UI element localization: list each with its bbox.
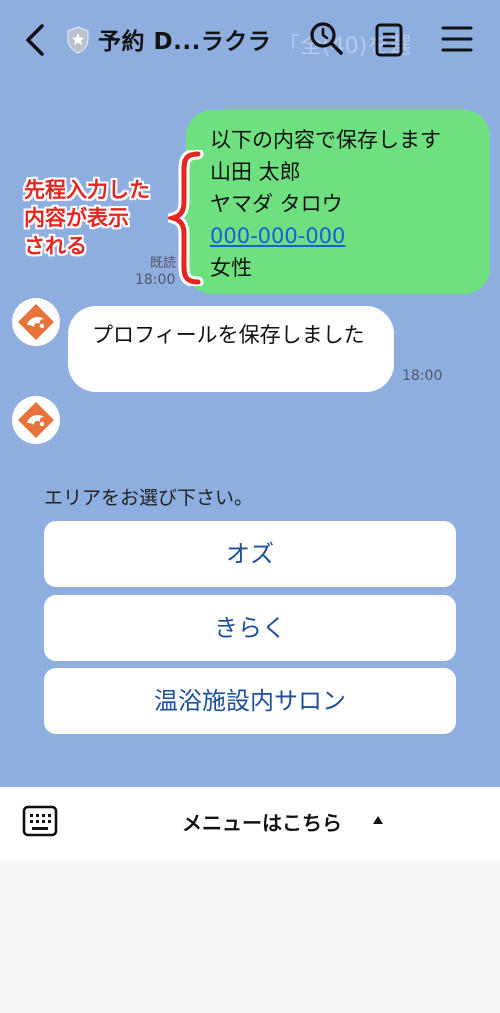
message-line: 女性 <box>210 256 252 280</box>
incoming-message-text: プロフィールを保存しました <box>92 323 365 347</box>
caret-up-icon[interactable] <box>372 815 384 825</box>
outgoing-message-bubble[interactable]: 以下の内容で保存します 山田 太郎 ヤマダ タロウ 000-000-000 女性 <box>186 110 490 294</box>
menu-icon[interactable] <box>440 24 474 54</box>
annotation-line: 内容が表示 <box>24 206 129 230</box>
message-timestamp: 18:00 <box>402 368 443 384</box>
area-prompt: エリアをお選び下さい。 <box>44 487 254 509</box>
chat-header: 「全(40)を選 予約 D...ラクラ <box>0 0 500 80</box>
annotation-line: される <box>24 234 87 258</box>
avatar-logo-icon <box>18 402 54 438</box>
empty-area <box>0 860 500 1013</box>
area-option-kiraku-button[interactable]: きらく <box>44 595 456 661</box>
message-line: ヤマダ タロウ <box>210 192 343 216</box>
incoming-message-bubble[interactable]: プロフィールを保存しました <box>68 306 394 392</box>
notes-icon[interactable] <box>374 23 406 57</box>
shield-icon <box>67 26 89 54</box>
area-option-oz-button[interactable]: オズ <box>44 521 456 587</box>
message-line: 山田 太郎 <box>210 160 301 184</box>
chat-title: 予約 D...ラクラ <box>98 29 272 55</box>
phone-link[interactable]: 000-000-000 <box>210 220 490 252</box>
message-line: 以下の内容で保存します <box>210 128 441 152</box>
chat-area: 「全(40)を選 予約 D...ラクラ 以下の内容で保存します 山田 太郎 ヤマ… <box>0 0 500 787</box>
rich-menu-toggle[interactable]: メニューはこちら <box>182 807 342 836</box>
avatar-logo-icon <box>18 304 54 340</box>
keyboard-icon[interactable] <box>22 805 58 837</box>
annotation-note: 先程入力した 内容が表示 される <box>24 176 150 260</box>
annotation-brace <box>168 150 204 286</box>
bot-avatar[interactable] <box>12 298 60 346</box>
search-icon[interactable] <box>308 20 344 56</box>
area-option-salon-button[interactable]: 温浴施設内サロン <box>44 668 456 734</box>
annotation-line: 先程入力した <box>24 178 150 202</box>
bot-avatar[interactable] <box>12 396 60 444</box>
back-icon[interactable] <box>20 22 50 58</box>
rich-menu-bar: メニューはこちら <box>0 787 500 860</box>
